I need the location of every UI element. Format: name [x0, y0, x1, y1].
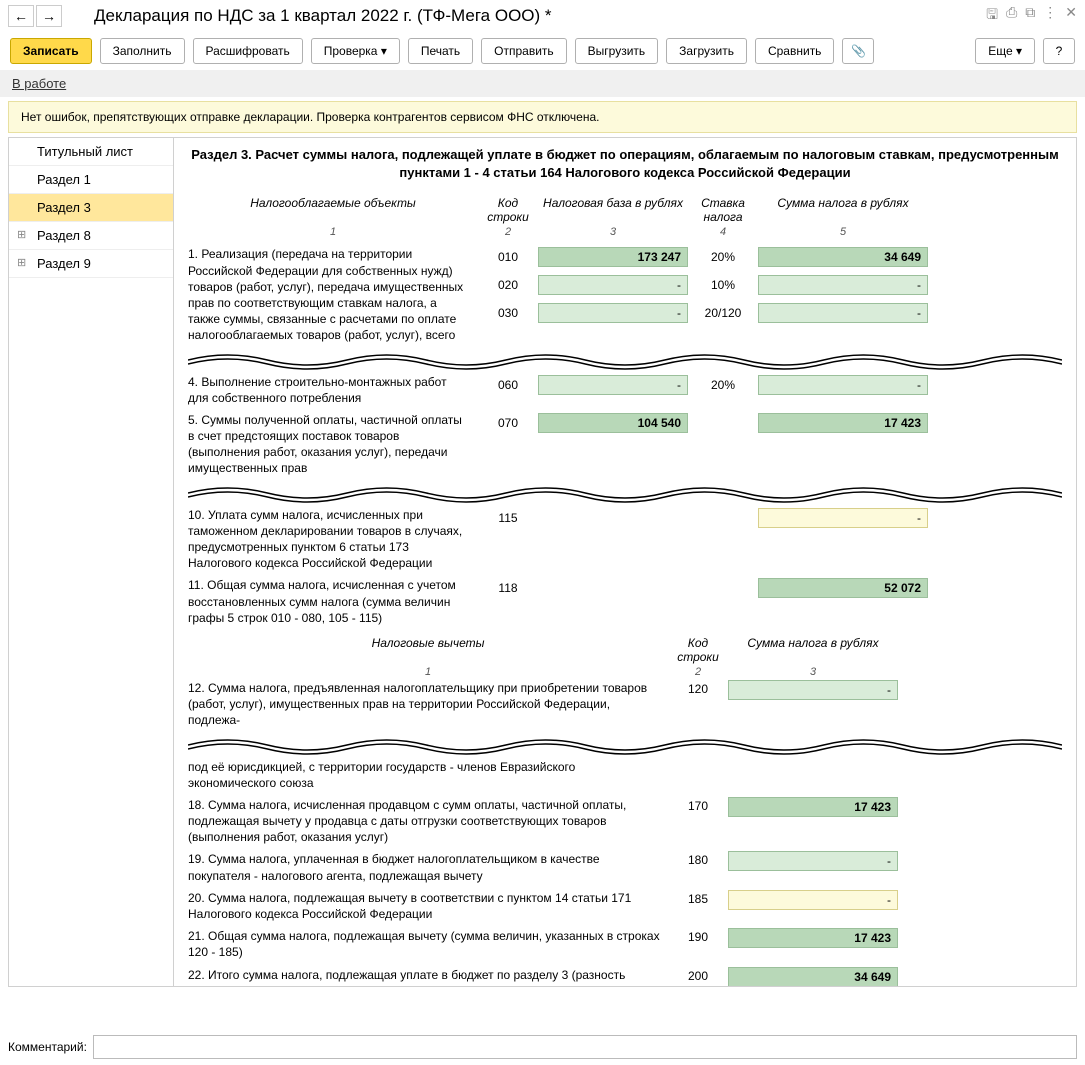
import-button[interactable]: Загрузить — [666, 38, 747, 64]
sidebar-item-section1[interactable]: Раздел 1 — [9, 166, 173, 194]
header-code: Код строки — [478, 196, 538, 224]
row4-text: 4. Выполнение строительно-монтажных рабо… — [188, 374, 478, 406]
sidebar-item-section8[interactable]: Раздел 8 — [9, 222, 173, 250]
more-button[interactable]: Еще ▾ — [975, 38, 1035, 64]
cell-200-tax[interactable]: 34 649 — [728, 967, 898, 986]
header-rate: Ставка налога — [688, 196, 758, 224]
row17-text: под её юрисдикцией, с территории государ… — [188, 759, 668, 791]
header-base: Налоговая база в рублях — [538, 196, 688, 224]
row12-text: 12. Сумма налога, предъявленная налогопл… — [188, 680, 668, 729]
cell-010-tax[interactable]: 34 649 — [758, 247, 928, 267]
row10-text: 10. Уплата сумм налога, исчисленных при … — [188, 507, 478, 572]
row5-text: 5. Суммы полученной оплаты, частичной оп… — [188, 412, 478, 477]
cell-020-base[interactable]: - — [538, 275, 688, 295]
cell-060-base[interactable]: - — [538, 375, 688, 395]
nav-forward-button[interactable]: → — [36, 5, 62, 27]
cell-060-tax[interactable]: - — [758, 375, 928, 395]
cell-070-base[interactable]: 104 540 — [538, 413, 688, 433]
close-icon[interactable]: ✕ — [1065, 4, 1077, 28]
export-button[interactable]: Выгрузить — [575, 38, 659, 64]
window-title: Декларация по НДС за 1 квартал 2022 г. (… — [94, 6, 986, 26]
section-title: Раздел 3. Расчет суммы налога, подлежаще… — [188, 146, 1062, 182]
row11-text: 11. Общая сумма налога, исчисленная с уч… — [188, 577, 478, 626]
nav-back-button[interactable]: ← — [8, 5, 34, 27]
cell-030-tax[interactable]: - — [758, 303, 928, 323]
send-button[interactable]: Отправить — [481, 38, 567, 64]
attach-button[interactable]: 📎 — [842, 38, 874, 64]
cell-030-base[interactable]: - — [538, 303, 688, 323]
cell-115-tax[interactable]: - — [758, 508, 928, 528]
row21-text: 21. Общая сумма налога, подлежащая вычет… — [188, 928, 668, 960]
comment-input[interactable] — [93, 1035, 1077, 1059]
row22-text: 22. Итого сумма налога, подлежащая уплат… — [188, 967, 668, 986]
help-button[interactable]: ? — [1043, 38, 1075, 64]
sidebar-item-title[interactable]: Титульный лист — [9, 138, 173, 166]
content-area: Раздел 3. Расчет суммы налога, подлежаще… — [174, 138, 1076, 986]
cell-190-tax[interactable]: 17 423 — [728, 928, 898, 948]
row18-text: 18. Сумма налога, исчисленная продавцом … — [188, 797, 668, 846]
check-button[interactable]: Проверка ▾ — [311, 38, 400, 64]
sidebar-item-section9[interactable]: Раздел 9 — [9, 250, 173, 278]
cell-180-tax[interactable]: - — [728, 851, 898, 871]
menu-icon[interactable]: ⋮ — [1043, 4, 1057, 28]
status-link[interactable]: В работе — [12, 76, 66, 91]
fill-button[interactable]: Заполнить — [100, 38, 185, 64]
info-bar: Нет ошибок, препятствующих отправке декл… — [8, 101, 1077, 133]
row1-text: 1. Реализация (передача на территории Ро… — [188, 246, 478, 343]
print-icon[interactable]: ⎙ — [1006, 4, 1017, 28]
sidebar-item-section3[interactable]: Раздел 3 — [9, 194, 173, 222]
sidebar: Титульный лист Раздел 1 Раздел 3 Раздел … — [9, 138, 174, 986]
preview-icon[interactable]: ⧉ — [1025, 4, 1035, 28]
print-button[interactable]: Печать — [408, 38, 473, 64]
cell-020-tax[interactable]: - — [758, 275, 928, 295]
header-tax: Сумма налога в рублях — [758, 196, 928, 224]
write-button[interactable]: Записать — [10, 38, 92, 64]
header-deductions: Налоговые вычеты — [188, 636, 668, 664]
cell-070-tax[interactable]: 17 423 — [758, 413, 928, 433]
header-objects: Налогооблагаемые объекты — [188, 196, 478, 224]
row20-text: 20. Сумма налога, подлежащая вычету в со… — [188, 890, 668, 922]
save-icon[interactable]: 🖫 — [986, 4, 998, 28]
row19-text: 19. Сумма налога, уплаченная в бюджет на… — [188, 851, 668, 883]
cell-120-tax[interactable]: - — [728, 680, 898, 700]
comment-label: Комментарий: — [8, 1040, 87, 1054]
cell-185-tax[interactable]: - — [728, 890, 898, 910]
decode-button[interactable]: Расшифровать — [193, 38, 303, 64]
compare-button[interactable]: Сравнить — [755, 38, 834, 64]
cell-170-tax[interactable]: 17 423 — [728, 797, 898, 817]
cell-118-tax[interactable]: 52 072 — [758, 578, 928, 598]
cell-010-base[interactable]: 173 247 — [538, 247, 688, 267]
